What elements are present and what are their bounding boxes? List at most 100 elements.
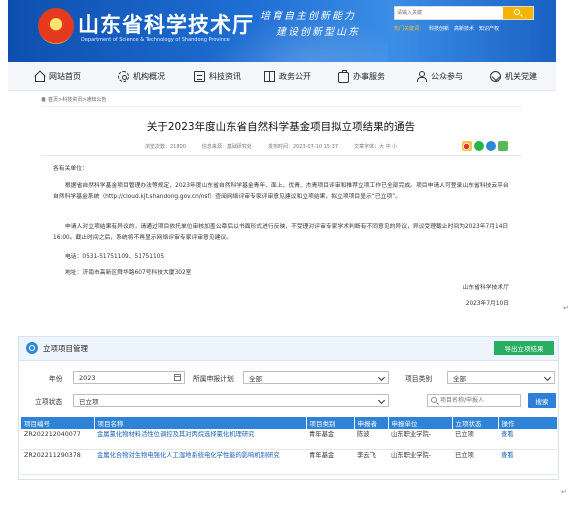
action-cell: 查看 (498, 449, 557, 475)
view-count: 浏览次数：21800 (145, 144, 186, 150)
emblem-icon (38, 8, 74, 44)
plan-label: 所属申报计划 (193, 375, 234, 383)
panel-header: 立项项目管理 导出立项结果 (19, 337, 558, 361)
weibo-share-icon[interactable] (462, 141, 472, 151)
hot-keyword[interactable]: 知识产权 (479, 26, 499, 32)
return-mark-icon: ↵ (561, 488, 567, 496)
hot-keyword[interactable]: 高新技术 (454, 26, 474, 32)
site-search-button[interactable] (503, 7, 533, 19)
project-id: ZR202212040077 (21, 429, 94, 450)
column-header: 项目类别 (306, 417, 355, 429)
gear-icon (118, 71, 129, 82)
project-search (427, 394, 521, 407)
nav-item-party[interactable]: 机关党建 (490, 62, 537, 91)
nav-label: 网站首页 (49, 72, 81, 81)
breadcrumb: 首页>科技资讯>通知公告 (41, 94, 521, 104)
project-name-link[interactable]: 金属氯化物材料活性位调控及其对丙烷选择氯化机理研究 (97, 431, 254, 438)
site-search-input[interactable] (397, 8, 501, 18)
column-header: 申报者 (354, 417, 389, 429)
status-label: 立项状态 (35, 398, 63, 406)
column-header: 项目名称 (94, 417, 307, 429)
hot-keywords: 热门关键词： 科技创新 高新技术 知识产权 (394, 25, 499, 32)
return-mark-icon: ↵ (563, 304, 569, 312)
view-link[interactable]: 查看 (501, 431, 514, 438)
status-select[interactable]: 已立项 (73, 394, 389, 407)
project-category: 青年基金 (306, 429, 354, 450)
hot-keyword[interactable]: 科技创新 (429, 26, 449, 32)
site-search (394, 6, 534, 20)
table-row: ZR202211290378 金属化合物对生物电强化人工湿地系统电化学性能的影响… (21, 449, 557, 475)
project-search-input[interactable] (440, 396, 518, 405)
nav-item-services[interactable]: 办事服务 (338, 62, 385, 91)
site-subtitle: Department of Science & Technology of Sh… (81, 37, 230, 43)
article-body: 关于2023年度山东省自然科学基金项目拟立项结果的通告 浏览次数：21800 信息… (41, 106, 521, 318)
qq-share-icon[interactable] (486, 141, 496, 151)
site-title: 山东省科学技术厅 (78, 13, 254, 37)
project-id: ZR202211290378 (21, 449, 94, 475)
publish-date: 发布时间：2023-07-10 15:37 (267, 144, 338, 150)
status-value: 已立项 (79, 397, 99, 406)
project-name-link[interactable]: 金属化合物对生物电强化人工湿地系统电化学性能的影响机制研究 (97, 452, 280, 459)
project-category: 青年基金 (306, 449, 354, 475)
applicant: 李云飞 (354, 449, 388, 475)
plan-value: 全部 (249, 374, 262, 383)
project-name-cell: 金属氯化物材料活性位调控及其对丙烷选择氯化机理研究 (94, 429, 306, 450)
applicant-unit: 山东职业学院- (388, 449, 452, 475)
nav-label: 办事服务 (353, 72, 385, 81)
panel-icon (26, 342, 38, 354)
calendar-icon (174, 374, 181, 381)
share-buttons (462, 141, 508, 151)
chevron-down-icon (543, 373, 552, 382)
contact-address: 地址：济南市高新区舜华路607号科技大厦302室 (65, 270, 192, 276)
nav-label: 政务公开 (279, 72, 311, 81)
share-icon[interactable] (498, 141, 508, 151)
contact-phone: 电话：0531-51751109、51751105 (65, 254, 165, 260)
article-meta: 浏览次数：21800 信息来源：基础研究处 发布时间：2023-07-10 15:3… (145, 143, 445, 150)
category-label: 项目类别 (405, 375, 433, 383)
category-value: 全部 (453, 374, 466, 383)
category-select[interactable]: 全部 (447, 371, 555, 384)
column-header: 立项状态 (452, 417, 499, 429)
wechat-share-icon[interactable] (474, 141, 484, 151)
briefcase-icon (338, 70, 349, 83)
greeting: 各有关单位： (53, 166, 88, 172)
panel-title: 立项项目管理 (43, 344, 88, 353)
nav-item-government[interactable]: 政务公开 (264, 62, 311, 91)
applicant-unit: 山东职业学院- (388, 429, 452, 450)
project-status: 已立项 (452, 429, 498, 450)
plan-select[interactable]: 全部 (243, 371, 389, 384)
search-button[interactable]: 搜索 (528, 393, 556, 408)
year-field[interactable]: 2023 (73, 371, 185, 384)
view-link[interactable]: 查看 (501, 452, 514, 459)
slogan-line-2: 建设创新型山东 (276, 27, 360, 38)
slogan-line-1: 培育自主创新能力 (260, 11, 356, 22)
divider (41, 155, 521, 156)
nav-item-news[interactable]: 科技资讯 (194, 62, 241, 91)
nav-item-organization[interactable]: 机构概况 (118, 62, 165, 91)
font-size-switch[interactable]: 文章字体：大 中 小 (354, 144, 397, 150)
column-header: 项目编号 (21, 417, 95, 429)
grid-icon (264, 71, 275, 82)
project-name-cell: 金属化合物对生物电强化人工湿地系统电化学性能的影响机制研究 (94, 449, 306, 475)
home-icon (41, 96, 46, 102)
main-nav: 网站首页 机构概况 科技资讯 政务公开 办事服务 公众参与 机关党建 (8, 62, 556, 91)
home-icon (34, 71, 45, 82)
table-row: ZR202212040077 金属氯化物材料活性位调控及其对丙烷选择氯化机理研究… (21, 429, 557, 450)
project-status: 已立项 (452, 449, 498, 475)
nav-label: 机构概况 (133, 72, 165, 81)
column-header: 操作 (498, 417, 558, 429)
document-icon (194, 71, 205, 82)
nav-item-participation[interactable]: 公众参与 (416, 62, 463, 91)
export-results-button[interactable]: 导出立项结果 (494, 341, 554, 355)
nav-item-home[interactable]: 网站首页 (34, 62, 81, 91)
chevron-down-icon (377, 396, 386, 405)
article-title: 关于2023年度山东省自然科学基金项目拟立项结果的通告 (146, 121, 416, 133)
project-table: 项目编号 项目名称 项目类别 申报者 申报单位 立项状态 操作 ZR202212… (21, 417, 558, 475)
party-icon (490, 71, 501, 82)
column-header: 申报单位 (388, 417, 453, 429)
breadcrumb-text[interactable]: 首页>科技资讯>通知公告 (48, 96, 106, 103)
project-management-panel: 立项项目管理 导出立项结果 年份 2023 所属申报计划 全部 项目类别 全部 … (18, 336, 559, 480)
nav-label: 科技资讯 (209, 72, 241, 81)
people-icon (416, 71, 427, 82)
hot-keywords-label: 热门关键词： (394, 26, 425, 32)
